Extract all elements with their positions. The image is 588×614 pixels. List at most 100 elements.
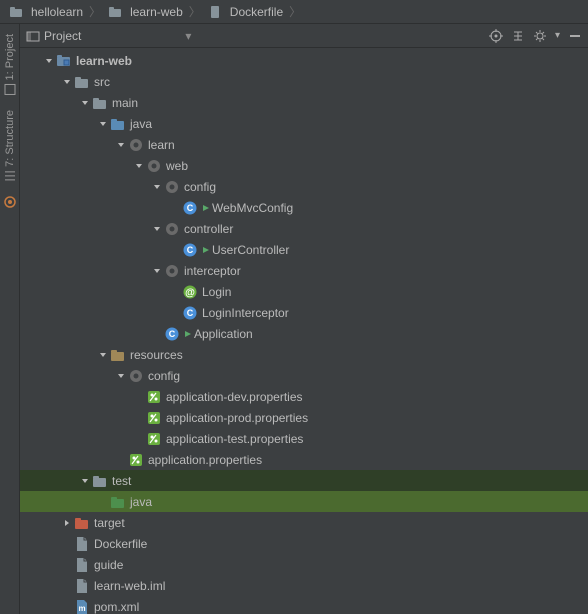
breadcrumb-item[interactable]: hellolearn (4, 4, 87, 20)
tree-row[interactable]: java (20, 113, 588, 134)
tree-label: learn (148, 138, 175, 152)
tree-row[interactable]: interceptor (20, 260, 588, 281)
prop-icon (128, 452, 144, 468)
maven-icon: m (74, 599, 90, 614)
tree-label: interceptor (184, 264, 241, 278)
arrow-expanded-icon[interactable] (42, 54, 56, 68)
structure-tool-tab[interactable]: 7: Structure (1, 104, 19, 189)
tree-row[interactable]: Dockerfile (20, 533, 588, 554)
locate-icon[interactable] (489, 29, 503, 43)
arrow-spacer (60, 579, 74, 593)
arrow-expanded-icon[interactable] (132, 159, 146, 173)
minimize-icon[interactable] (568, 29, 582, 43)
tree-row[interactable]: test (20, 470, 588, 491)
project-view-icon[interactable] (26, 29, 40, 43)
tree-label: java (130, 117, 152, 131)
ant-icon[interactable] (3, 195, 17, 209)
prop-icon (146, 389, 162, 405)
tree-row[interactable]: application.properties (20, 449, 588, 470)
arrow-expanded-icon[interactable] (150, 222, 164, 236)
breadcrumb-label: hellolearn (31, 5, 83, 19)
arrow-expanded-icon[interactable] (96, 117, 110, 131)
file-icon (74, 557, 90, 573)
tree-row[interactable]: config (20, 176, 588, 197)
tree-label: Dockerfile (94, 537, 147, 551)
svg-text:C: C (169, 329, 176, 339)
arrow-spacer (96, 495, 110, 509)
run-marker-icon[interactable] (184, 330, 191, 337)
arrow-spacer (60, 600, 74, 614)
file-icon (74, 578, 90, 594)
tree-row[interactable]: learn-web (20, 50, 588, 71)
arrow-expanded-icon[interactable] (150, 180, 164, 194)
tree-row[interactable]: m pom.xml (20, 596, 588, 614)
arrow-collapsed-icon[interactable] (60, 516, 74, 530)
breadcrumb-label: learn-web (130, 5, 183, 19)
arrow-expanded-icon[interactable] (114, 138, 128, 152)
arrow-spacer (60, 558, 74, 572)
tree-row[interactable]: application-dev.properties (20, 386, 588, 407)
project-toolbar: Project ▾ ▾ (20, 24, 588, 48)
gear-icon[interactable] (533, 29, 547, 43)
tree-label: application-dev.properties (166, 390, 303, 404)
tool-sidebar: 1: Project 7: Structure (0, 24, 20, 614)
tree-label: application-test.properties (166, 432, 303, 446)
chevron-right-icon: 〉 (289, 3, 301, 20)
tree-row[interactable]: application-test.properties (20, 428, 588, 449)
breadcrumb: hellolearn 〉 learn-web 〉 Dockerfile 〉 (0, 0, 588, 24)
tree-row[interactable]: main (20, 92, 588, 113)
tree-row[interactable]: @Login (20, 281, 588, 302)
class-icon: C (164, 326, 180, 342)
tree-row[interactable]: CWebMvcConfig (20, 197, 588, 218)
folder-icon (74, 74, 90, 90)
class-icon: C (182, 242, 198, 258)
run-marker-icon[interactable] (202, 246, 209, 253)
tree-row[interactable]: java (20, 491, 588, 512)
folder-res-icon (110, 347, 126, 363)
collapse-icon[interactable] (511, 29, 525, 43)
tree-label: application.properties (148, 453, 262, 467)
arrow-expanded-icon[interactable] (150, 264, 164, 278)
arrow-expanded-icon[interactable] (78, 474, 92, 488)
tree-row[interactable]: resources (20, 344, 588, 365)
project-tool-tab[interactable]: 1: Project (1, 28, 19, 102)
arrow-expanded-icon[interactable] (78, 96, 92, 110)
tree-row[interactable]: CUserController (20, 239, 588, 260)
tree-label: resources (130, 348, 183, 362)
arrow-expanded-icon[interactable] (114, 369, 128, 383)
tree-label: src (94, 75, 110, 89)
tree-row[interactable]: application-prod.properties (20, 407, 588, 428)
tree-row[interactable]: controller (20, 218, 588, 239)
tree-row[interactable]: learn (20, 134, 588, 155)
tree-row[interactable]: CApplication (20, 323, 588, 344)
tree-label: main (112, 96, 138, 110)
package-icon (164, 263, 180, 279)
arrow-spacer (132, 411, 146, 425)
tree-row[interactable]: web (20, 155, 588, 176)
arrow-expanded-icon[interactable] (96, 348, 110, 362)
tree-row[interactable]: learn-web.iml (20, 575, 588, 596)
arrow-spacer (132, 432, 146, 446)
tree-row[interactable]: guide (20, 554, 588, 575)
tree-row[interactable]: target (20, 512, 588, 533)
tree-row[interactable]: src (20, 71, 588, 92)
chevron-right-icon: 〉 (89, 3, 101, 20)
arrow-expanded-icon[interactable] (60, 75, 74, 89)
tree-label: controller (184, 222, 233, 236)
tree-row[interactable]: CLoginInterceptor (20, 302, 588, 323)
arrow-spacer (168, 285, 182, 299)
dropdown-icon[interactable]: ▾ (185, 29, 191, 43)
tree-row[interactable]: config (20, 365, 588, 386)
folder-test-icon (110, 494, 126, 510)
breadcrumb-item[interactable]: Dockerfile (203, 4, 287, 20)
class-icon: C (182, 305, 198, 321)
project-label: Project (44, 29, 81, 43)
prop-icon (146, 431, 162, 447)
tree-label: pom.xml (94, 600, 139, 614)
run-marker-icon[interactable] (202, 204, 209, 211)
tree-label: Login (202, 285, 231, 299)
svg-text:C: C (187, 308, 194, 318)
chevron-down-icon[interactable]: ▾ (555, 30, 560, 41)
project-tree[interactable]: learn-websrcmainjavalearnwebconfigCWebMv… (20, 48, 588, 614)
breadcrumb-item[interactable]: learn-web (103, 4, 187, 20)
